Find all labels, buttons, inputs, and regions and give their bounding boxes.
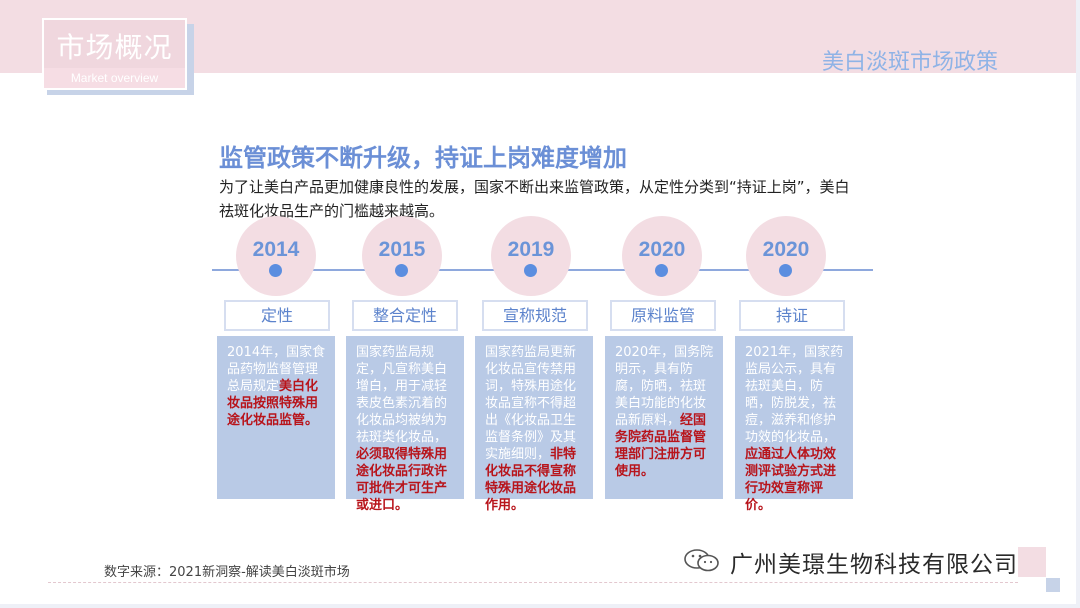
- badge-title: 市场概况: [56, 31, 173, 64]
- node-year: 2015: [378, 238, 426, 261]
- node-year: 2020: [762, 238, 810, 261]
- company-name: 广州美璟生物科技有限公司: [730, 552, 1018, 578]
- node-dot: [269, 264, 282, 277]
- node-dot: [779, 264, 792, 277]
- node-dot: [524, 264, 537, 277]
- section-badge: 市场概况 Market overview: [42, 18, 187, 90]
- stage-label: 宣称规范: [482, 300, 588, 331]
- wechat-icon: [684, 549, 719, 572]
- footer-divider: [48, 582, 1018, 583]
- policy-card: 国家药监局规定，凡宣称美白增白，用于减轻表皮色素沉着的化妆品均被纳为祛斑类化妆品…: [346, 336, 464, 513]
- policy-card: 国家药监局更新化妆品宣传禁用词，特殊用途化妆品宣称不得超出《化妆品卫生监督条例》…: [475, 336, 593, 513]
- timeline-node: 2015: [362, 216, 442, 296]
- node-year: 2014: [252, 238, 300, 261]
- corner-decoration: [1018, 547, 1046, 577]
- card-text: 国家药监局更新化妆品宣传禁用词，特殊用途化妆品宣称不得超出《化妆品卫生监督条例》…: [485, 345, 577, 462]
- policy-card: 2020年，国务院明示，具有防腐，防晒，祛斑美白功能的化妆品新原料，经国务院药品…: [605, 336, 723, 499]
- node-year: 2020: [638, 238, 686, 261]
- node-dot: [395, 264, 408, 277]
- card-text: 国家药监局规定，凡宣称美白增白，用于减轻表皮色素沉着的化妆品均被纳为祛斑类化妆品…: [356, 345, 448, 445]
- headline: 监管政策不断升级，持证上岗难度增加: [219, 144, 627, 172]
- badge-subtitle: Market overview: [70, 71, 159, 85]
- corner-decoration: [1046, 578, 1060, 592]
- stage-label: 定性: [224, 300, 330, 331]
- node-dot: [655, 264, 668, 277]
- timeline-node: 2020: [622, 216, 702, 296]
- card-text: 2021年，国家药监局公示，具有祛斑美白，防晒，防脱发，祛痘，滋养和修护功效的化…: [745, 345, 844, 445]
- policy-card: 2021年，国家药监局公示，具有祛斑美白，防晒，防脱发，祛痘，滋养和修护功效的化…: [735, 336, 853, 513]
- timeline-node: 2019: [491, 216, 571, 296]
- stage-label: 整合定性: [352, 300, 458, 331]
- node-year: 2019: [507, 238, 555, 261]
- timeline-node: 2020: [746, 216, 826, 296]
- policy-card: 2014年，国家食品药物监督管理总局规定美白化妆品按照特殊用途化妆品监管。: [217, 336, 335, 499]
- intro-text: 为了让美白产品更加健康良性的发展，国家不断出来监管政策，从定性分类到“持证上岗”…: [219, 178, 850, 220]
- section-title: 美白淡斑市场政策: [821, 50, 998, 75]
- stage-label: 原料监管: [610, 300, 716, 331]
- stage-label: 持证: [739, 300, 845, 331]
- timeline-node: 2014: [236, 216, 316, 296]
- source-note: 数字来源：2021新洞察-解读美白淡斑市场: [104, 565, 350, 580]
